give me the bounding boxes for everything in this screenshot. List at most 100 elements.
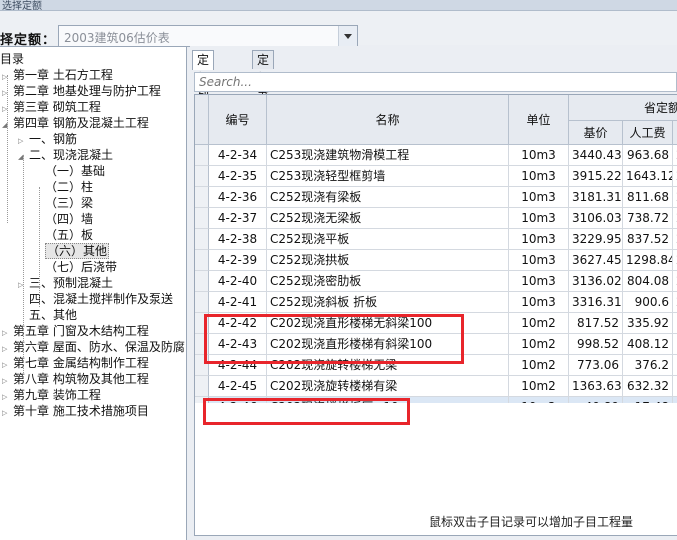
cell-extra[interactable] — [673, 313, 677, 334]
cell-name[interactable]: C253现浇建筑物滑模工程 — [267, 145, 509, 166]
cell-code[interactable]: 4-2-42 — [209, 313, 267, 334]
tab-quota-book[interactable]: 定额书本 — [252, 50, 275, 121]
cell-base-price[interactable]: 3229.95 — [569, 229, 623, 250]
cell-base-price[interactable]: 1363.63 — [569, 376, 623, 397]
cell-unit[interactable]: 10m3 — [509, 187, 569, 208]
cell-labor[interactable]: 738.72 — [623, 208, 673, 229]
tree-item[interactable]: 四、混凝土搅拌制作及泵送 — [18, 291, 173, 307]
cell-extra[interactable] — [673, 334, 677, 355]
col-header-name[interactable]: 名称 — [267, 95, 509, 145]
cell-unit[interactable]: 10m2 — [509, 334, 569, 355]
cell-labor[interactable]: 632.32 — [623, 376, 673, 397]
tree-item[interactable]: （五）板 — [34, 227, 93, 243]
cell-unit[interactable]: 10m3 — [509, 250, 569, 271]
cell-base-price[interactable]: 3316.31 — [569, 292, 623, 313]
cell-code[interactable]: 4-2-34 — [209, 145, 267, 166]
tab-quota-list[interactable]: 定额列表 — [192, 50, 215, 121]
col-header-code[interactable]: 编号 — [209, 95, 267, 145]
cell-labor[interactable]: 335.92 — [623, 313, 673, 334]
tree-item[interactable]: ▷ 第五章 门窗及木结构工程 — [2, 323, 149, 339]
cell-unit[interactable]: 10m3 — [509, 229, 569, 250]
tree-item[interactable]: （四）墙 — [34, 211, 93, 227]
cell-name[interactable]: C202现浇直形楼梯有斜梁100 — [267, 334, 509, 355]
tree-item[interactable]: （六）其他 — [34, 243, 110, 259]
cell-labor[interactable]: 1643.12 — [623, 166, 673, 187]
cell-base-price[interactable]: 3440.43 — [569, 145, 623, 166]
tree-item[interactable]: （三）梁 — [34, 195, 93, 211]
cell-code[interactable]: 4-2-40 — [209, 271, 267, 292]
cell-labor[interactable]: 900.6 — [623, 292, 673, 313]
cell-code[interactable]: 4-2-41 — [209, 292, 267, 313]
tree-root[interactable]: 目录 — [0, 51, 24, 67]
cell-labor[interactable]: 376.2 — [623, 355, 673, 376]
cell-unit[interactable]: 10m2 — [509, 376, 569, 397]
cell-labor[interactable]: 1298.84 — [623, 250, 673, 271]
cell-base-price[interactable]: 773.06 — [569, 355, 623, 376]
cell-labor[interactable]: 963.68 — [623, 145, 673, 166]
col-header-labor[interactable]: 人工费 — [623, 121, 673, 145]
row-header[interactable] — [195, 271, 209, 292]
cell-labor[interactable]: 408.12 — [623, 334, 673, 355]
cell-code[interactable]: 4-2-37 — [209, 208, 267, 229]
cell-extra[interactable]: 2 — [673, 271, 677, 292]
tree-item[interactable]: ◢ 二、现浇混凝土 — [18, 147, 113, 163]
cell-extra[interactable]: 2 — [673, 208, 677, 229]
row-header[interactable] — [195, 208, 209, 229]
tree-item[interactable]: （二）柱 — [34, 179, 93, 195]
chevron-down-icon[interactable] — [338, 26, 357, 46]
cell-name[interactable]: C253现浇轻型框剪墙 — [267, 166, 509, 187]
tree-item[interactable]: ▷ 一、钢筋 — [18, 131, 77, 147]
cell-code[interactable]: 4-2-35 — [209, 166, 267, 187]
cell-code[interactable]: 4-2-36 — [209, 187, 267, 208]
cell-name[interactable]: C252现浇斜板 折板 — [267, 292, 509, 313]
cell-base-price[interactable]: 3181.31 — [569, 187, 623, 208]
row-header[interactable] — [195, 376, 209, 397]
cell-unit[interactable]: 10m3 — [509, 208, 569, 229]
row-header[interactable] — [195, 355, 209, 376]
cell-code[interactable]: 4-2-38 — [209, 229, 267, 250]
row-header[interactable] — [195, 229, 209, 250]
row-header[interactable] — [195, 313, 209, 334]
tree-item[interactable]: ▷ 第七章 金属结构制作工程 — [2, 355, 149, 371]
cell-name[interactable]: C202现浇旋转楼梯有梁 — [267, 376, 509, 397]
cell-extra[interactable]: 2 — [673, 229, 677, 250]
cell-base-price[interactable]: 998.52 — [569, 334, 623, 355]
search-box[interactable] — [194, 72, 677, 92]
cell-labor[interactable]: 837.52 — [623, 229, 673, 250]
cell-code[interactable]: 4-2-39 — [209, 250, 267, 271]
cell-base-price[interactable]: 3136.02 — [569, 271, 623, 292]
expand-toggle-icon[interactable]: ▷ — [2, 405, 11, 421]
row-header[interactable] — [195, 166, 209, 187]
tree-item[interactable]: ▷ 第六章 屋面、防水、保温及防腐 — [2, 339, 185, 355]
cell-name[interactable]: C252现浇密肋板 — [267, 271, 509, 292]
cell-extra[interactable]: 2 — [673, 166, 677, 187]
tree-item[interactable]: ▷ 第十章 施工技术措施项目 — [2, 403, 149, 419]
cell-labor[interactable]: 811.68 — [623, 187, 673, 208]
cell-unit[interactable]: 10m2 — [509, 355, 569, 376]
cell-labor[interactable]: 804.08 — [623, 271, 673, 292]
tree-item[interactable]: （七）后浇带 — [34, 259, 117, 275]
row-header[interactable] — [195, 292, 209, 313]
row-header[interactable] — [195, 145, 209, 166]
cell-code[interactable]: 4-2-45 — [209, 376, 267, 397]
cell-name[interactable]: C202现浇直形楼梯无斜梁100 — [267, 313, 509, 334]
tree-item[interactable]: ▷ 第一章 土石方工程 — [2, 67, 113, 83]
cell-extra[interactable]: 2 — [673, 292, 677, 313]
quota-dropdown[interactable]: 2003建筑06估价表 — [58, 25, 358, 47]
cell-unit[interactable]: 10m3 — [509, 292, 569, 313]
tree-item[interactable]: ▷ 第九章 装饰工程 — [2, 387, 101, 403]
search-input[interactable] — [195, 73, 676, 91]
cell-name[interactable]: C252现浇平板 — [267, 229, 509, 250]
cell-extra[interactable]: 2 — [673, 145, 677, 166]
cell-name[interactable]: C252现浇拱板 — [267, 250, 509, 271]
cell-code[interactable]: 4-2-43 — [209, 334, 267, 355]
cell-base-price[interactable]: 817.52 — [569, 313, 623, 334]
cell-base-price[interactable]: 3106.03 — [569, 208, 623, 229]
cell-unit[interactable]: 10m3 — [509, 271, 569, 292]
cell-unit[interactable]: 10m3 — [509, 145, 569, 166]
cell-name[interactable]: C252现浇有梁板 — [267, 187, 509, 208]
cell-extra[interactable]: 2 — [673, 187, 677, 208]
cell-unit[interactable]: 10m3 — [509, 166, 569, 187]
cell-extra[interactable] — [673, 355, 677, 376]
cell-base-price[interactable]: 3915.22 — [569, 166, 623, 187]
